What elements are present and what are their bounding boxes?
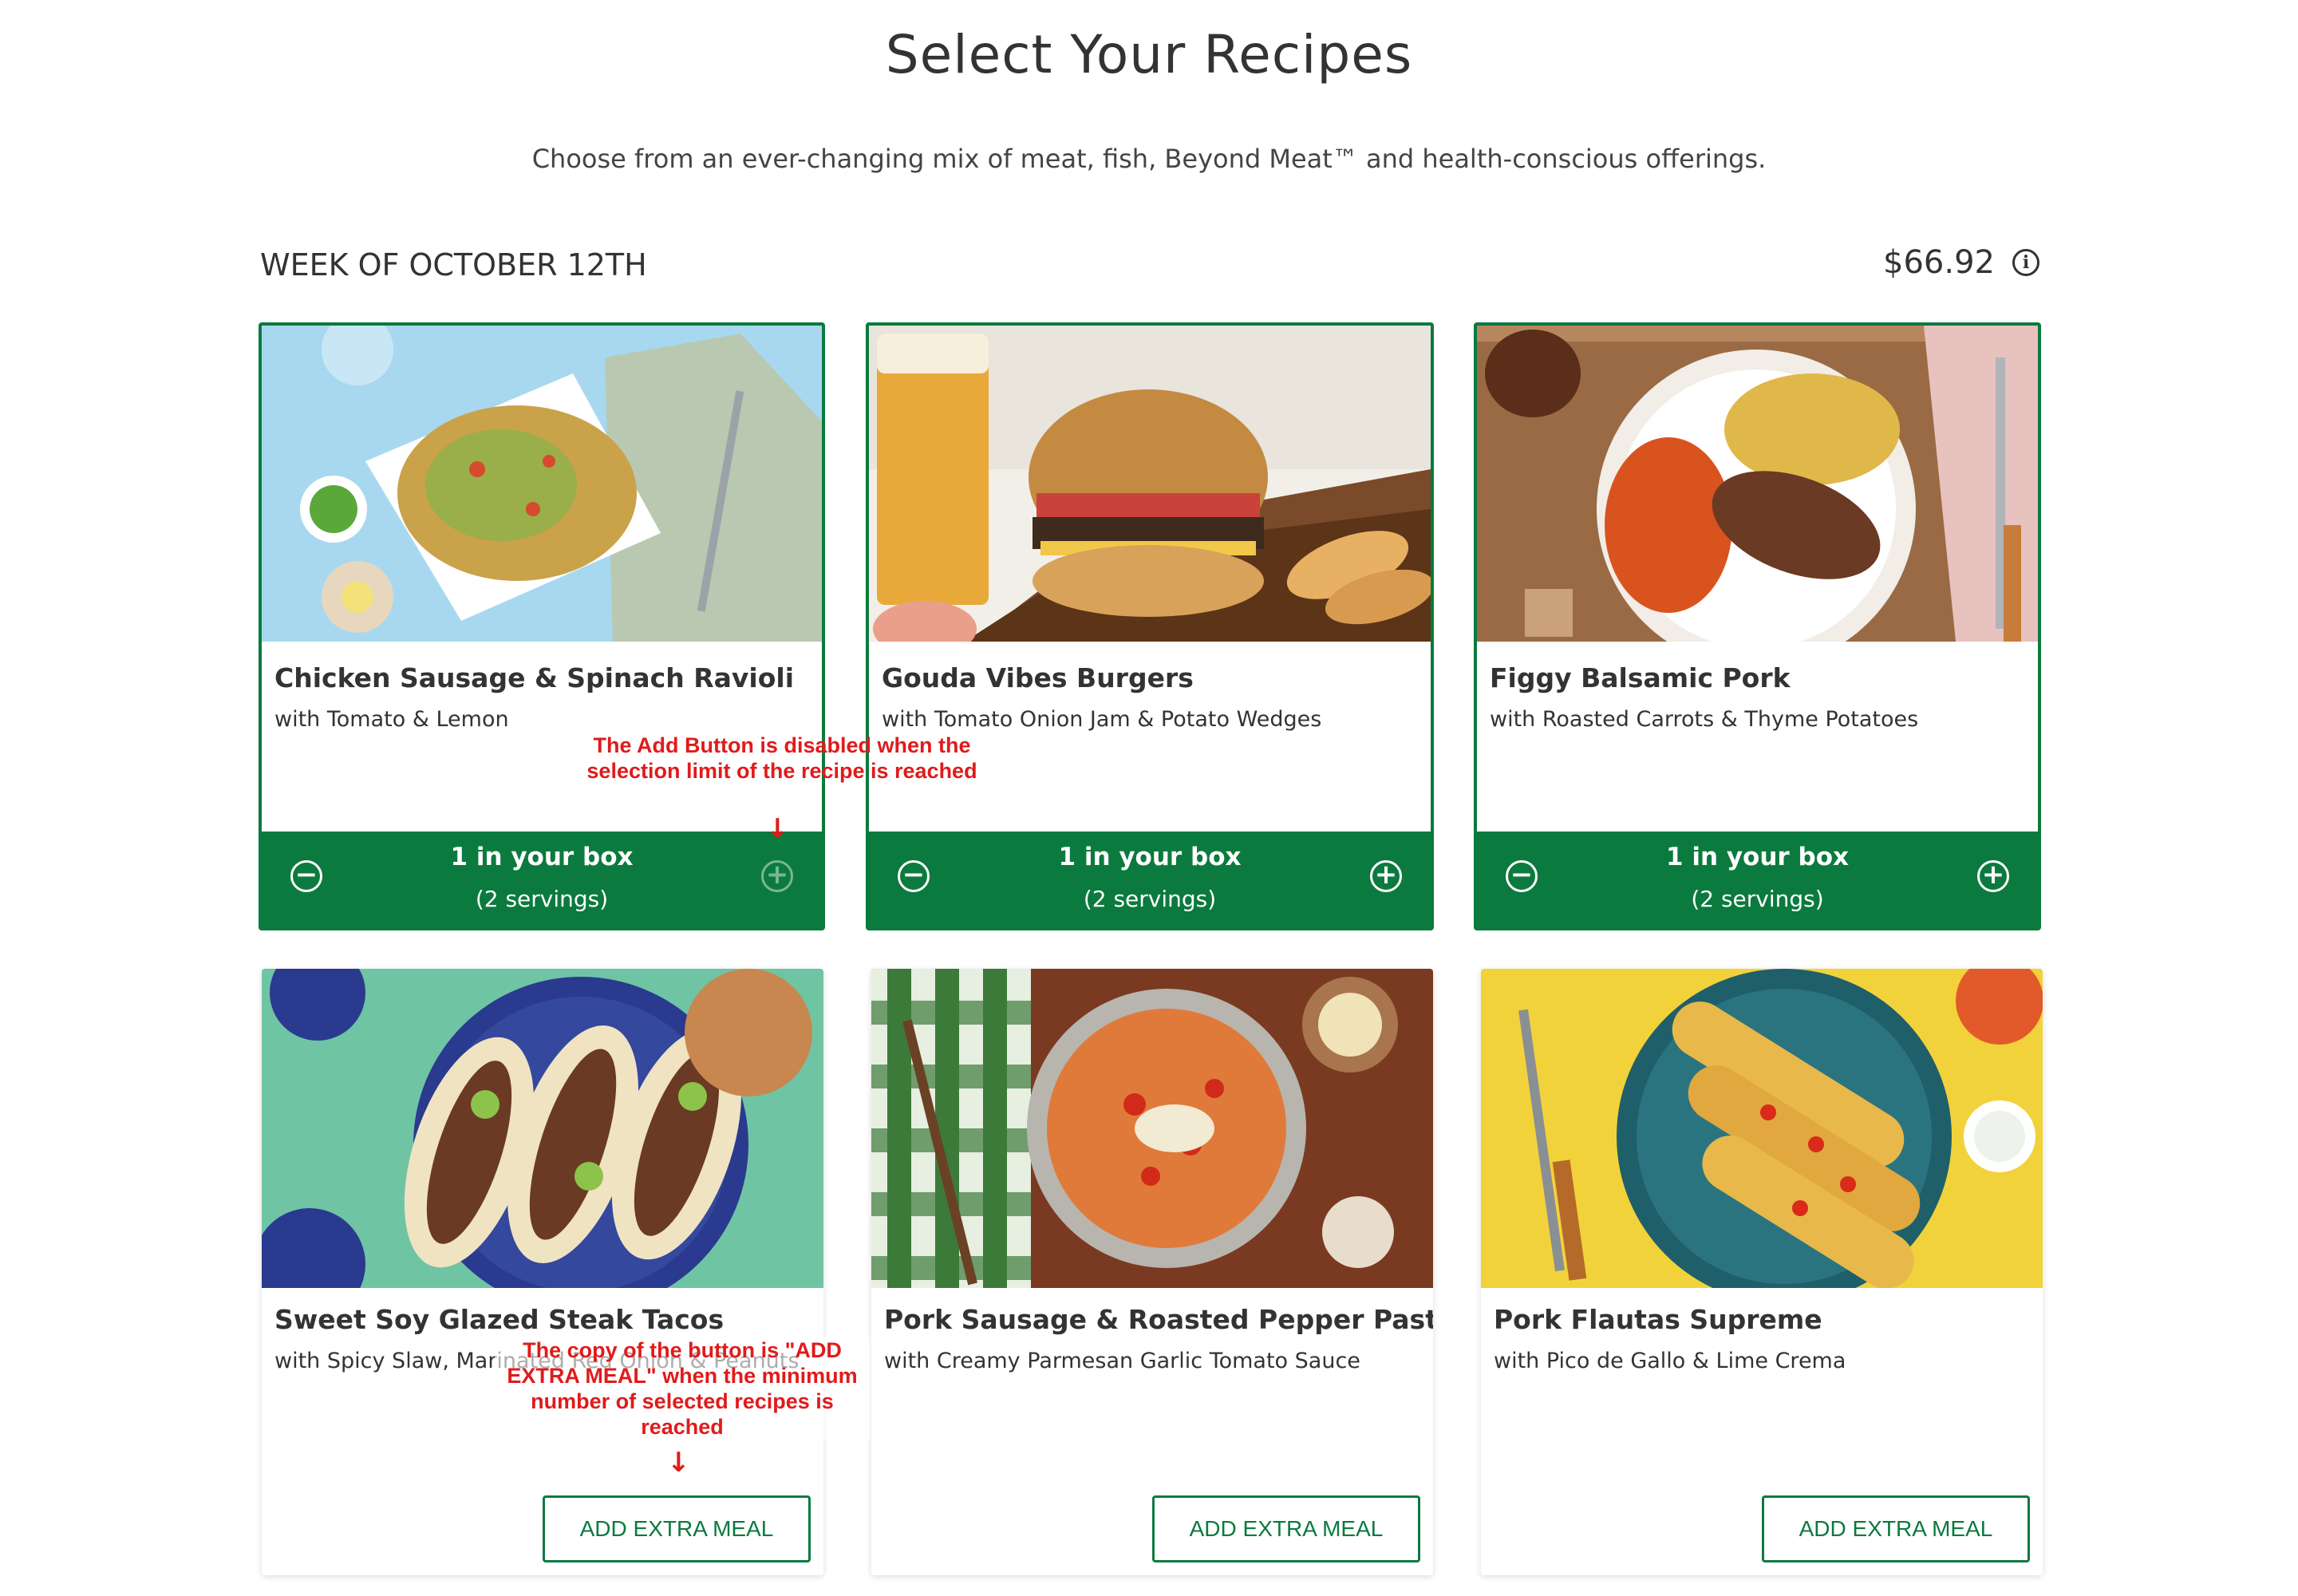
recipe-subtitle: with Roasted Carrots & Thyme Potatoes [1490, 707, 1919, 732]
recipe-name: Sweet Soy Glazed Steak Tacos [274, 1304, 725, 1335]
recipe-photo [262, 969, 823, 1288]
recipe-photo [869, 326, 1431, 642]
in-box-bar: − 1 in your box (2 servings) + [262, 832, 822, 927]
servings-label: (2 servings) [1083, 886, 1217, 912]
box-price: $66.92 [1883, 244, 1995, 281]
recipe-subtitle: with Creamy Parmesan Garlic Tomato Sauce [884, 1349, 1360, 1373]
servings-label: (2 servings) [475, 886, 609, 912]
add-serving-button[interactable]: + [761, 860, 793, 892]
recipe-name: Figgy Balsamic Pork [1490, 662, 1791, 693]
recipe-card[interactable]: Figgy Balsamic Pork with Roasted Carrots… [1474, 322, 2041, 930]
recipe-name: Pork Sausage & Roasted Pepper Pasta [884, 1304, 1433, 1335]
week-label: WEEK OF OCTOBER 12TH [260, 247, 647, 282]
arrow-down-icon: ↓ [667, 1447, 690, 1479]
recipe-subtitle: with Pico de Gallo & Lime Crema [1494, 1349, 1846, 1373]
recipe-photo [1481, 969, 2043, 1288]
page-subtitle: Choose from an ever-changing mix of meat… [531, 144, 1767, 174]
recipe-subtitle: with Tomato & Lemon [274, 707, 509, 732]
add-serving-button[interactable]: + [1977, 860, 2009, 892]
in-box-bar: − 1 in your box (2 servings) + [869, 832, 1431, 927]
recipe-photo [871, 969, 1433, 1288]
in-box-bar: − 1 in your box (2 servings) + [1477, 832, 2038, 927]
recipe-subtitle: with Tomato Onion Jam & Potato Wedges [882, 707, 1322, 732]
annotation-add-disabled: The Add Button is disabled when the sele… [586, 733, 977, 783]
recipe-photo [262, 326, 822, 642]
recipe-card[interactable]: Chicken Sausage & Spinach Ravioli with T… [259, 322, 825, 930]
recipe-name: Chicken Sausage & Spinach Ravioli [274, 662, 795, 693]
recipe-card[interactable]: Pork Flautas Supreme with Pico de Gallo … [1481, 969, 2043, 1575]
recipe-card[interactable]: Pork Sausage & Roasted Pepper Pasta with… [871, 969, 1433, 1575]
recipe-selection-page: Select Your Recipes Choose from an ever-… [0, 0, 2298, 1596]
annotation-extra-meal: The copy of the button is "ADD EXTRA MEA… [495, 1337, 870, 1440]
in-box-count: 1 in your box [450, 843, 634, 871]
recipe-card[interactable]: Gouda Vibes Burgers with Tomato Onion Ja… [866, 322, 1434, 930]
arrow-down-icon: ↓ [766, 813, 789, 845]
recipe-card[interactable]: Sweet Soy Glazed Steak Tacos with Spicy … [262, 969, 823, 1575]
recipe-photo [1477, 326, 2038, 642]
in-box-count: 1 in your box [1058, 843, 1242, 871]
recipe-name: Gouda Vibes Burgers [882, 662, 1194, 693]
info-icon[interactable]: i [2012, 249, 2039, 276]
recipe-name: Pork Flautas Supreme [1494, 1304, 1822, 1335]
add-serving-button[interactable]: + [1370, 860, 1402, 892]
add-extra-meal-button[interactable]: ADD EXTRA MEAL [1152, 1495, 1420, 1562]
page-title: Select Your Recipes [885, 24, 1413, 85]
in-box-count: 1 in your box [1666, 843, 1849, 871]
price-summary: $66.92 i [1883, 244, 2039, 281]
add-extra-meal-button[interactable]: ADD EXTRA MEAL [543, 1495, 811, 1562]
servings-label: (2 servings) [1691, 886, 1824, 912]
add-extra-meal-button[interactable]: ADD EXTRA MEAL [1762, 1495, 2030, 1562]
